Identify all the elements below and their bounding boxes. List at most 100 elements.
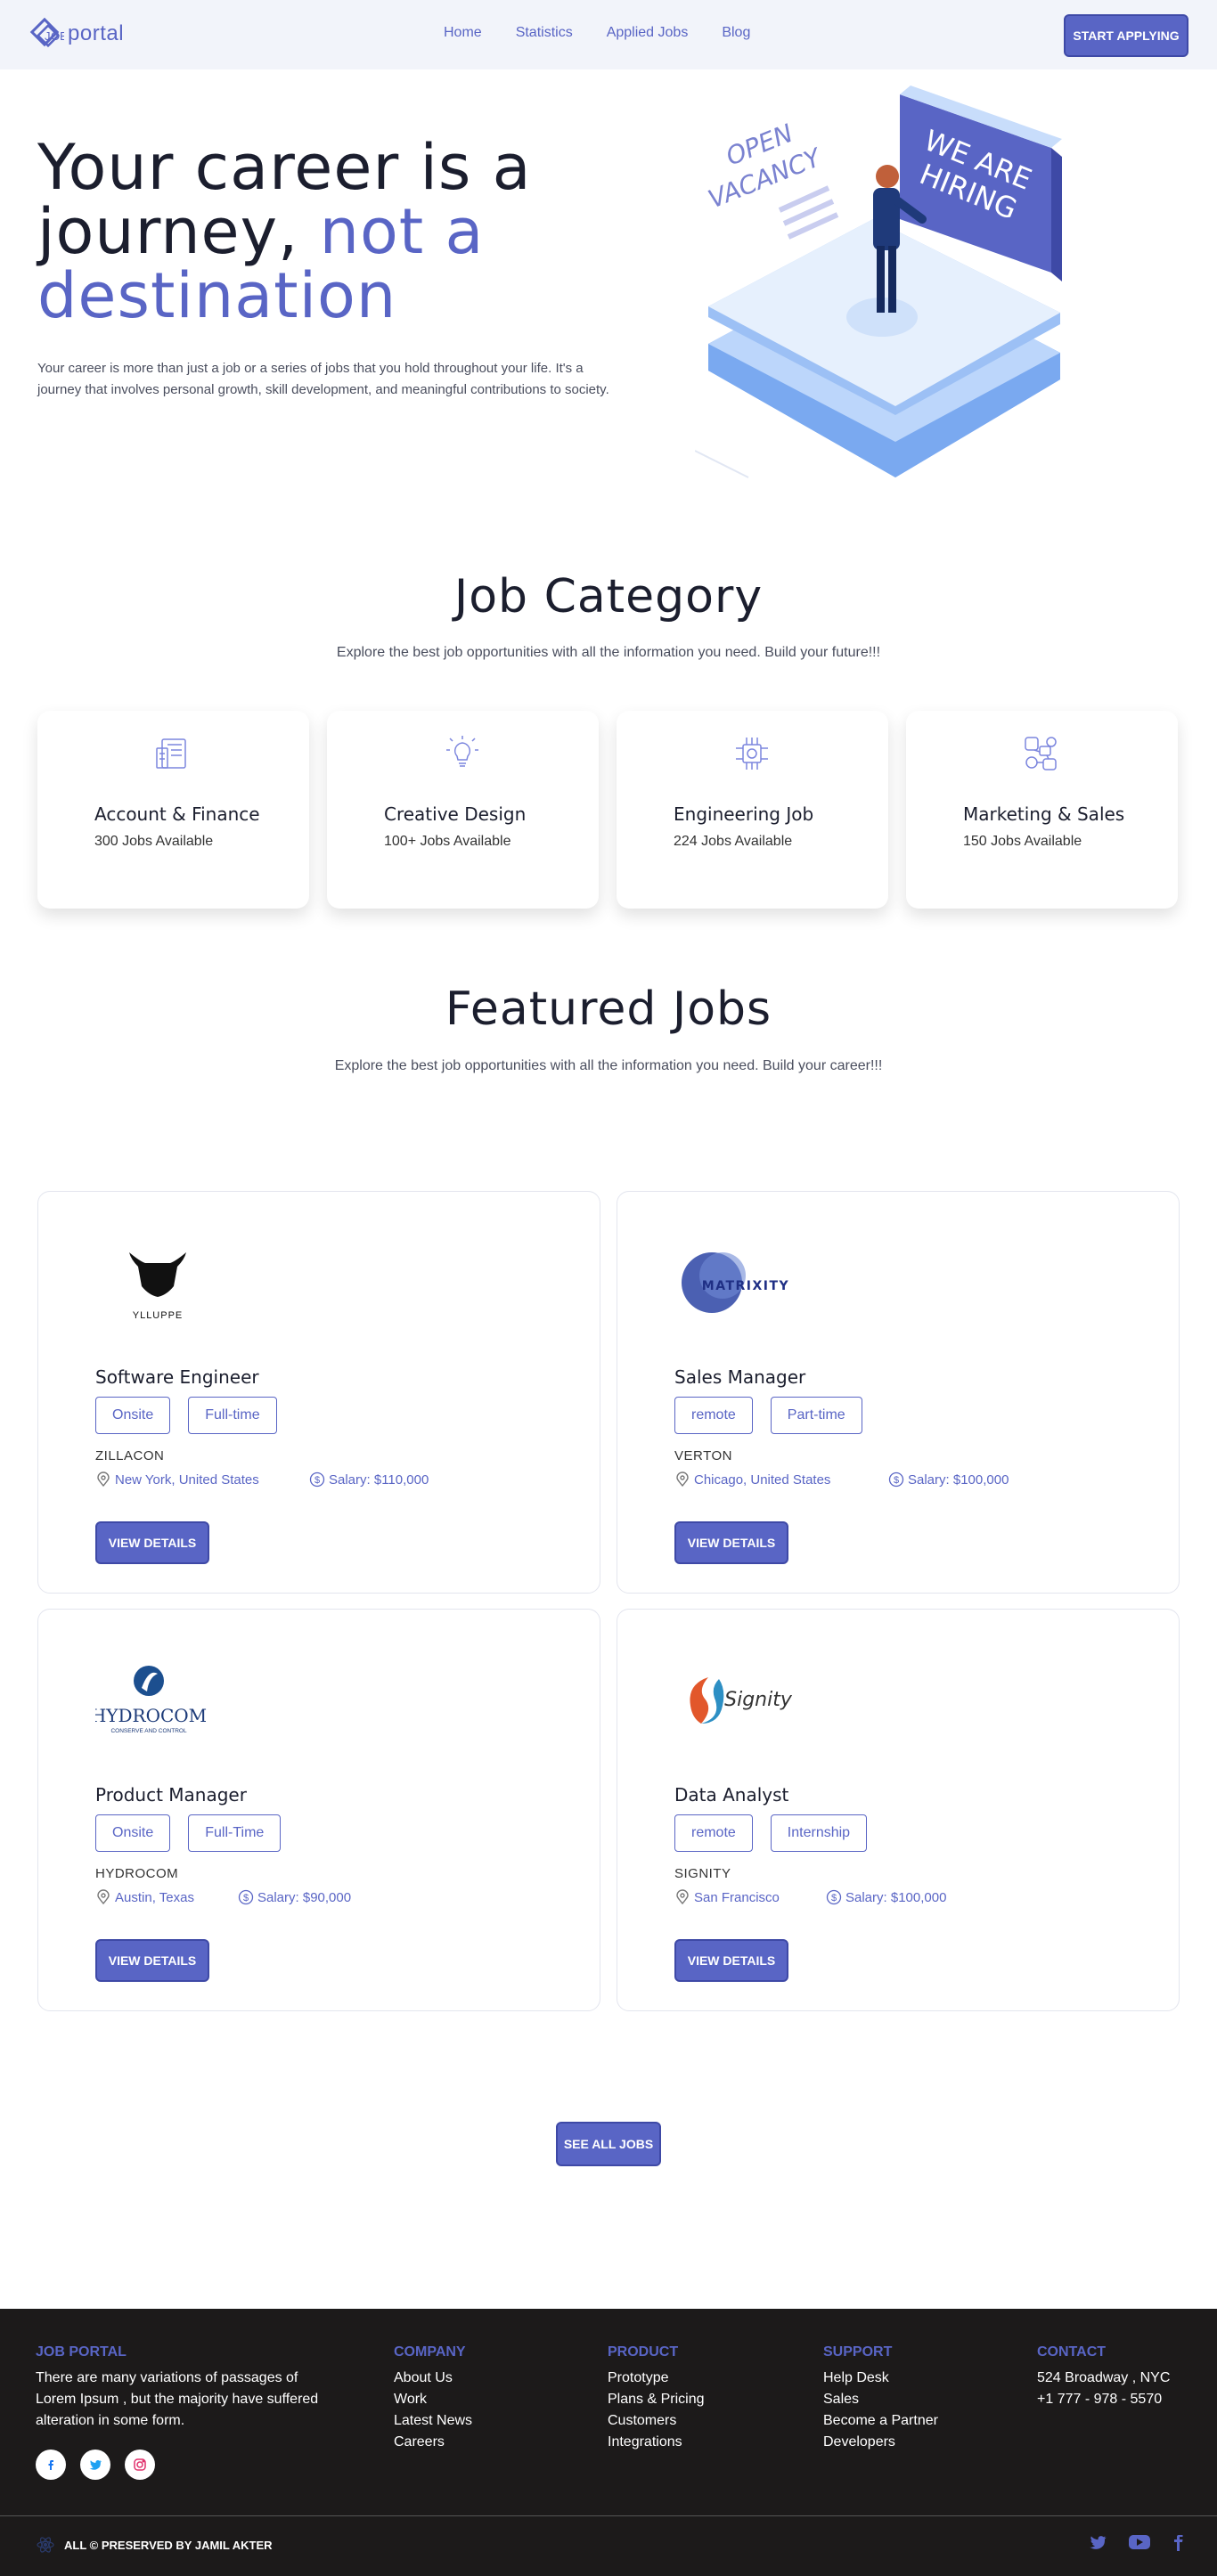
twitter-icon[interactable] xyxy=(1087,2532,1108,2552)
youtube-icon[interactable] xyxy=(1128,2533,1151,2551)
react-logo-icon xyxy=(37,2537,54,2553)
facebook-icon[interactable] xyxy=(36,2450,66,2480)
job-meta: New York, United States $ Salary: $110,00… xyxy=(95,1471,429,1488)
category-count: 100+ Jobs Available xyxy=(384,834,511,849)
job-meta: Austin, Texas $ Salary: $90,000 xyxy=(95,1889,351,1905)
company-logo-yllupe: YLLUPPE xyxy=(129,1252,186,1321)
logo-text: portal xyxy=(68,21,125,45)
job-card: Signity Data Analyst remote Internship S… xyxy=(617,1609,1180,2011)
nav-link-statistics[interactable]: Statistics xyxy=(516,25,573,41)
job-location: San Francisco xyxy=(694,1889,780,1905)
footer-link-customers[interactable]: Customers xyxy=(608,2410,705,2432)
category-card-marketing[interactable]: Marketing & Sales 150 Jobs Available xyxy=(906,711,1178,909)
category-subtitle: Explore the best job opportunities with … xyxy=(336,645,881,660)
category-title-text: Account & Finance xyxy=(94,803,260,825)
logo-mark-icon: J OB xyxy=(29,17,64,48)
svg-text:$: $ xyxy=(314,1475,320,1486)
dollar-icon: $ xyxy=(826,1889,842,1905)
twitter-icon[interactable] xyxy=(80,2450,110,2480)
company-logo-signity: Signity xyxy=(690,1677,793,1724)
job-tag: Onsite xyxy=(95,1397,171,1434)
location-pin-icon xyxy=(676,1471,689,1488)
footer-brand: JOB PORTAL There are many variations of … xyxy=(36,2344,339,2432)
footer-company: COMPANY About Us Work Latest News Career… xyxy=(394,2344,472,2453)
view-details-button[interactable]: VIEW DETAILS xyxy=(674,1939,788,1982)
job-tag: remote xyxy=(674,1397,753,1434)
footer-support-heading: SUPPORT xyxy=(823,2344,893,2360)
job-location: Chicago, United States xyxy=(694,1471,831,1488)
category-title-text: Engineering Job xyxy=(674,803,814,825)
job-title: Data Analyst xyxy=(674,1784,789,1806)
copyright-text: ALL © PRESERVED BY JAMIL AKTER xyxy=(64,2538,273,2552)
nav-link-home[interactable]: Home xyxy=(444,25,482,41)
footer-phone: +1 777 - 978 - 5570 xyxy=(1037,2392,1163,2407)
footer-link-work[interactable]: Work xyxy=(394,2389,472,2410)
footer-link-about[interactable]: About Us xyxy=(394,2368,472,2389)
view-details-button[interactable]: VIEW DETAILS xyxy=(674,1521,788,1564)
job-card: MATRIXITY Sales Manager remote Part-time… xyxy=(617,1191,1180,1594)
hero-title-line3: destination xyxy=(37,259,397,332)
footer-link-developers[interactable]: Developers xyxy=(823,2432,938,2453)
job-card: YLLUPPE Software Engineer Onsite Full-ti… xyxy=(37,1191,600,1594)
category-card-finance[interactable]: Account & Finance 300 Jobs Available xyxy=(37,711,309,909)
copyright: ALL © PRESERVED BY JAMIL AKTER xyxy=(36,2535,273,2555)
footer-product-heading: PRODUCT xyxy=(608,2344,679,2360)
svg-text:J: J xyxy=(45,29,51,43)
footer-brand-heading: JOB PORTAL xyxy=(36,2344,127,2360)
hero-description: Your career is more than just a job or a… xyxy=(37,361,609,397)
footer-link-help[interactable]: Help Desk xyxy=(823,2368,938,2389)
footer-link-pricing[interactable]: Plans & Pricing xyxy=(608,2389,705,2410)
logo[interactable]: J OB portal xyxy=(29,16,124,52)
company-name: ZILLACON xyxy=(95,1448,165,1463)
lightbulb-icon xyxy=(446,736,478,767)
footer-link-careers[interactable]: Careers xyxy=(394,2432,472,2453)
footer-product: PRODUCT Prototype Plans & Pricing Custom… xyxy=(608,2344,705,2453)
nav-link-applied-jobs[interactable]: Applied Jobs xyxy=(607,25,689,41)
job-tag: Onsite xyxy=(95,1814,171,1852)
footer-link-prototype[interactable]: Prototype xyxy=(608,2368,705,2389)
job-salary: Salary: $100,000 xyxy=(908,1471,1009,1488)
job-location: New York, United States xyxy=(115,1471,259,1488)
top-nav: J OB portal Home Statistics Applied Jobs… xyxy=(0,0,1217,69)
footer-link-sales[interactable]: Sales xyxy=(823,2389,938,2410)
footer-address: 524 Broadway , NYC xyxy=(1037,2370,1171,2385)
footer-brand-text-3: alteration in some form. xyxy=(36,2413,185,2428)
featured-subtitle: Explore the best job opportunities with … xyxy=(334,1058,883,1073)
company-logo-hydrocom: HYDROCOM CONSERVE AND CONTROL xyxy=(95,1666,207,1734)
see-all-jobs-button[interactable]: SEE ALL JOBS xyxy=(556,2122,661,2166)
category-card-engineering[interactable]: Engineering Job 224 Jobs Available xyxy=(617,711,888,909)
location-pin-icon xyxy=(676,1889,689,1905)
view-details-button[interactable]: VIEW DETAILS xyxy=(95,1939,209,1982)
logo-text: HYDROCOM xyxy=(95,1705,207,1726)
category-count: 300 Jobs Available xyxy=(94,834,214,849)
footer-link-news[interactable]: Latest News xyxy=(394,2410,472,2432)
job-tag: Internship xyxy=(770,1814,868,1852)
company-name: SIGNITY xyxy=(674,1866,731,1881)
hiring-illustration: WE ARE HIRING OPEN VACANCY xyxy=(695,86,1062,478)
hero-title-line2b: not a xyxy=(319,195,485,268)
nav-links: Home Statistics Applied Jobs Blog xyxy=(444,25,784,41)
footer-contact: CONTACT 524 Broadway , NYC +1 777 - 978 … xyxy=(1037,2344,1170,2410)
nav-link-blog[interactable]: Blog xyxy=(722,25,750,41)
facebook-icon[interactable] xyxy=(1171,2531,1183,2553)
job-salary: Salary: $90,000 xyxy=(257,1889,352,1905)
job-salary: Salary: $100,000 xyxy=(845,1889,947,1905)
marketing-icon xyxy=(1025,737,1057,770)
logo-text: YLLUPPE xyxy=(133,1310,184,1321)
category-title-text: Marketing & Sales xyxy=(963,803,1125,825)
category-card-design[interactable]: Creative Design 100+ Jobs Available xyxy=(327,711,599,909)
footer-link-partner[interactable]: Become a Partner xyxy=(823,2410,938,2432)
company-name: VERTON xyxy=(674,1448,732,1463)
chip-icon xyxy=(736,738,768,770)
svg-text:OB: OB xyxy=(51,29,64,43)
job-salary: Salary: $110,000 xyxy=(329,1471,429,1488)
start-applying-button[interactable]: START APPLYING xyxy=(1064,14,1188,57)
job-card: HYDROCOM CONSERVE AND CONTROL Product Ma… xyxy=(37,1609,600,2011)
view-details-button[interactable]: VIEW DETAILS xyxy=(95,1521,209,1564)
category-count: 224 Jobs Available xyxy=(674,834,793,849)
featured-title: Featured Jobs xyxy=(445,982,772,1036)
instagram-icon[interactable] xyxy=(125,2450,155,2480)
footer-link-integrations[interactable]: Integrations xyxy=(608,2432,705,2453)
dollar-icon: $ xyxy=(888,1471,904,1488)
job-tags: remote Part-time xyxy=(674,1397,862,1434)
